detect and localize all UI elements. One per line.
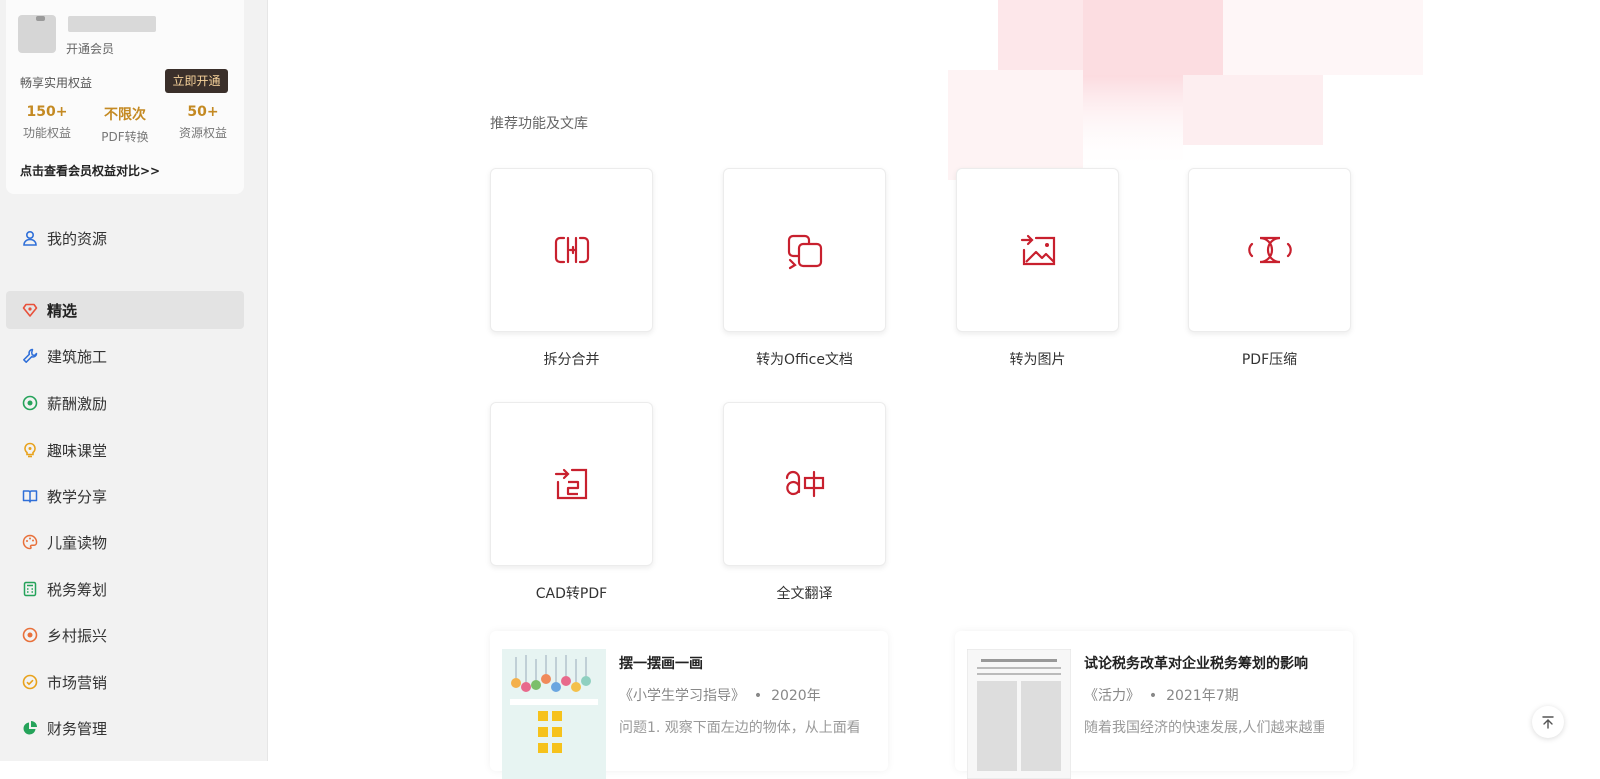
sidebar-item-label: 建筑施工 xyxy=(47,347,108,366)
tool-label: PDF压缩 xyxy=(1241,352,1298,368)
sidebar-item-teaching[interactable]: 教学分享 xyxy=(6,477,244,515)
stat-value: 不限次 xyxy=(104,107,146,123)
tool-pdf-compress[interactable] xyxy=(1188,168,1351,332)
sidebar-item-label: 儿童读物 xyxy=(47,533,108,552)
stat-resources: 50+ 资源权益 xyxy=(168,104,238,141)
document-card[interactable]: 摆一摆画一画 《小学生学习指导》 • 2020年 问题1. 观察下面左边的物体，… xyxy=(490,631,888,779)
tool-label: CAD转PDF xyxy=(535,586,608,602)
compare-benefits-link[interactable]: 点击查看会员权益对比>> xyxy=(20,162,160,179)
document-source[interactable]: 《活力》 xyxy=(1084,688,1140,704)
open-now-button[interactable]: 立即开通 xyxy=(165,69,228,93)
stat-label: 功能权益 xyxy=(22,126,71,140)
sidebar-item-tax[interactable]: 税务筹划 xyxy=(6,570,244,608)
tool-label: 转为图片 xyxy=(1009,352,1066,368)
header-decoration xyxy=(948,0,1423,180)
wrench-icon xyxy=(23,348,38,363)
tool-label: 全文翻译 xyxy=(776,586,833,602)
document-thumbnail xyxy=(502,649,606,779)
sidebar-item-fun-class[interactable]: 趣味课堂 xyxy=(6,431,244,469)
tool-label: 转为Office文档 xyxy=(756,352,853,368)
diamond-icon xyxy=(22,303,38,317)
meta-separator: • xyxy=(749,688,767,704)
sidebar-item-my-resources[interactable]: 我的资源 xyxy=(6,219,244,257)
sidebar-item-label: 教学分享 xyxy=(47,487,108,506)
document-excerpt: 问题1. 观察下面左边的物体，从上面看 xyxy=(619,720,859,736)
stat-value: 50+ xyxy=(187,104,219,120)
document-meta: 《活力》 • 2021年7期 xyxy=(1084,685,1239,705)
calculator-icon xyxy=(23,581,37,597)
sidebar-item-salary[interactable]: 薪酬激励 xyxy=(6,384,244,422)
document-excerpt: 随着我国经济的快速发展,人们越来越重视 xyxy=(1084,720,1324,736)
sidebar-item-label: 薪酬激励 xyxy=(47,394,108,413)
open-vip-link[interactable]: 开通会员 xyxy=(66,40,114,57)
document-meta: 《小学生学习指导》 • 2020年 xyxy=(619,685,821,705)
sidebar: 开通会员 畅享实用权益 立即开通 150+ 功能权益 不限次 PDF转换 50+… xyxy=(0,0,268,761)
convert-image-icon xyxy=(1020,234,1055,266)
document-title[interactable]: 试论税务改革对企业税务筹划的影响 xyxy=(1084,653,1308,673)
tool-cad-convert[interactable] xyxy=(490,402,653,566)
target-icon xyxy=(22,627,38,643)
section-title: 推荐功能及文库 xyxy=(490,116,588,132)
sidebar-item-label: 精选 xyxy=(47,301,78,320)
sidebar-item-label: 市场营销 xyxy=(47,673,108,692)
back-to-top-button[interactable] xyxy=(1532,706,1564,738)
arrow-up-icon xyxy=(1542,716,1554,729)
tool-convert-image[interactable] xyxy=(956,168,1119,332)
tool-convert-office[interactable] xyxy=(723,168,886,332)
sidebar-item-construction[interactable]: 建筑施工 xyxy=(6,337,244,375)
tool-label: 拆分合并 xyxy=(543,352,600,368)
translate-icon xyxy=(785,470,824,498)
sidebar-item-finance[interactable]: 财务管理 xyxy=(6,709,244,747)
palette-icon xyxy=(22,534,38,550)
compress-icon xyxy=(1247,236,1292,264)
tool-translate[interactable] xyxy=(723,402,886,566)
sidebar-item-children[interactable]: 儿童读物 xyxy=(6,523,244,561)
document-card[interactable]: 试论税务改革对企业税务筹划的影响 《活力》 • 2021年7期 随着我国经济的快… xyxy=(955,631,1353,779)
sidebar-item-label: 趣味课堂 xyxy=(47,441,108,460)
vip-card: 开通会员 畅享实用权益 立即开通 150+ 功能权益 不限次 PDF转换 50+… xyxy=(6,0,244,194)
book-icon xyxy=(22,490,38,503)
lightbulb-icon xyxy=(24,442,36,458)
check-badge-icon xyxy=(22,674,38,690)
cad-convert-icon xyxy=(554,468,587,500)
stat-features: 150+ 功能权益 xyxy=(12,104,82,141)
document-date: 2020年 xyxy=(771,688,821,704)
split-merge-icon xyxy=(554,236,589,264)
tool-split-merge[interactable] xyxy=(490,168,653,332)
sidebar-item-label: 财务管理 xyxy=(47,719,108,738)
sidebar-item-label: 税务筹划 xyxy=(47,580,108,599)
sidebar-item-featured[interactable]: 精选 xyxy=(6,291,244,329)
document-thumbnail xyxy=(967,649,1071,779)
sidebar-item-marketing[interactable]: 市场营销 xyxy=(6,663,244,701)
convert-office-icon xyxy=(787,234,822,270)
stat-label: 资源权益 xyxy=(178,126,227,140)
document-source[interactable]: 《小学生学习指导》 xyxy=(619,688,745,704)
avatar-badge xyxy=(36,16,45,21)
stat-value: 150+ xyxy=(26,104,68,120)
pie-chart-icon xyxy=(23,721,37,735)
document-date: 2021年7期 xyxy=(1166,688,1239,704)
user-icon xyxy=(23,230,37,246)
meta-separator: • xyxy=(1144,688,1162,704)
sidebar-item-label: 我的资源 xyxy=(47,229,108,248)
sidebar-item-rural[interactable]: 乡村振兴 xyxy=(6,616,244,654)
benefit-label: 畅享实用权益 xyxy=(20,76,93,90)
username-blurred xyxy=(68,16,156,32)
stat-pdf: 不限次 PDF转换 xyxy=(90,104,160,145)
stat-label: PDF转换 xyxy=(101,130,149,144)
coin-icon xyxy=(22,395,38,411)
sidebar-item-label: 乡村振兴 xyxy=(47,626,108,645)
document-title[interactable]: 摆一摆画一画 xyxy=(619,653,703,673)
